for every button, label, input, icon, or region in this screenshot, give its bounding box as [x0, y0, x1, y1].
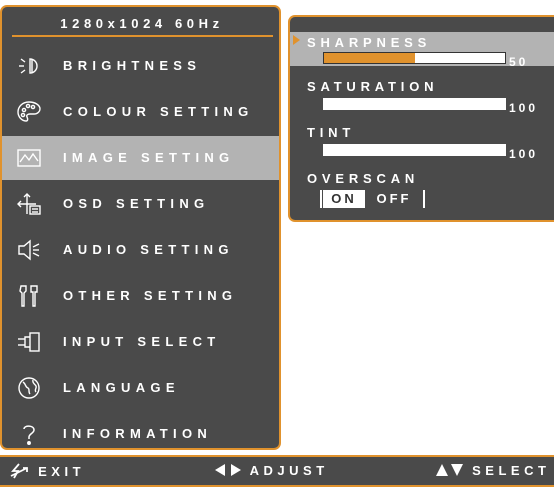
exit-icon [10, 463, 30, 482]
speaker-icon [16, 237, 42, 263]
resolution-display: 1280x1024 60Hz [60, 16, 224, 31]
tint-label: TINT [307, 125, 356, 140]
footer-bar: EXIT ADJUST SELECT [0, 455, 554, 487]
saturation-label: SATURATION [307, 79, 439, 94]
tint-value: 100 [509, 147, 539, 161]
menu-item-label: LANGUAGE [63, 380, 180, 395]
menu-item-label: OSD SETTING [63, 196, 210, 211]
left-right-arrows-icon [214, 463, 242, 480]
tools-icon [16, 283, 42, 309]
menu-item-input-select[interactable]: INPUT SELECT [2, 320, 279, 364]
main-menu-panel: 1280x1024 60Hz BRIGHTNESS COLOUR SETTING [0, 5, 281, 450]
menu-item-label: INPUT SELECT [63, 334, 221, 349]
select-label: SELECT [472, 463, 551, 478]
image-icon [16, 145, 42, 171]
menu-item-audio-setting[interactable]: AUDIO SETTING [2, 228, 279, 272]
divider [12, 35, 273, 37]
saturation-slider[interactable] [323, 98, 506, 110]
image-setting-panel: SHARPNESS 50 SATURATION 100 TINT 100 OVE… [288, 15, 554, 222]
up-down-arrows-icon [436, 463, 464, 480]
saturation-value: 100 [509, 101, 539, 115]
menu-item-information[interactable]: INFORMATION [2, 412, 279, 456]
saturation-slider-fill [323, 98, 506, 110]
menu-item-label: IMAGE SETTING [63, 150, 235, 165]
adjust-hint: ADJUST [214, 463, 329, 480]
palette-icon [16, 99, 42, 125]
sharpness-slider-fill [324, 53, 415, 63]
menu-item-label: BRIGHTNESS [63, 58, 202, 73]
menu-item-brightness[interactable]: BRIGHTNESS [2, 44, 279, 88]
osd-icon [16, 191, 42, 217]
overscan-off-option[interactable]: OFF [369, 190, 419, 208]
toggle-divider [320, 190, 322, 208]
sharpness-slider[interactable] [323, 52, 506, 64]
exit-hint[interactable]: EXIT [10, 463, 85, 482]
menu-item-colour-setting[interactable]: COLOUR SETTING [2, 90, 279, 134]
tint-slider-fill [323, 144, 506, 156]
menu-item-label: COLOUR SETTING [63, 104, 254, 119]
select-hint: SELECT [436, 463, 550, 480]
sharpness-label: SHARPNESS [307, 35, 432, 50]
menu-item-label: INFORMATION [63, 426, 213, 441]
menu-item-label: OTHER SETTING [63, 288, 238, 303]
selection-arrow-icon [293, 35, 300, 45]
menu-item-language[interactable]: LANGUAGE [2, 366, 279, 410]
sharpness-value: 50 [509, 55, 529, 69]
tint-slider[interactable] [323, 144, 506, 156]
input-plug-icon [16, 329, 42, 355]
exit-label: EXIT [38, 463, 86, 479]
menu-item-other-setting[interactable]: OTHER SETTING [2, 274, 279, 318]
overscan-on-option[interactable]: ON [323, 190, 365, 208]
menu-item-image-setting[interactable]: IMAGE SETTING [2, 136, 279, 180]
brightness-icon [16, 53, 42, 79]
question-icon [16, 421, 42, 447]
menu-item-osd-setting[interactable]: OSD SETTING [2, 182, 279, 226]
globe-icon [16, 375, 42, 401]
menu-item-label: AUDIO SETTING [63, 242, 234, 257]
overscan-label: OVERSCAN [307, 171, 420, 186]
toggle-divider [423, 190, 425, 208]
adjust-label: ADJUST [249, 463, 329, 478]
